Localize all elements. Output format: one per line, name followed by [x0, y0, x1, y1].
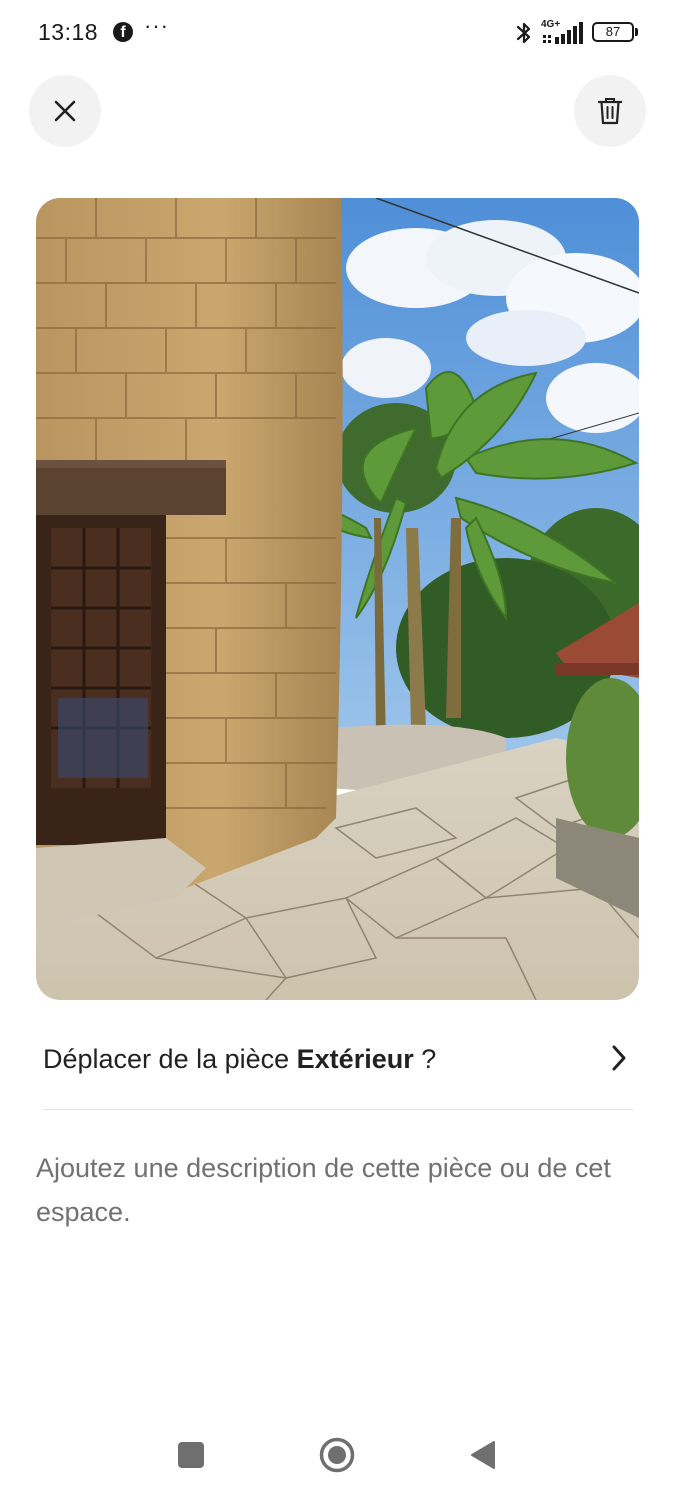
battery-level: 87	[605, 24, 621, 39]
room-name: Extérieur	[296, 1044, 414, 1074]
battery-terminal	[635, 28, 638, 36]
home-icon[interactable]	[319, 1437, 355, 1473]
move-room-text: Déplacer de la pièce Extérieur ?	[43, 1044, 436, 1075]
bluetooth-icon	[516, 22, 531, 44]
status-bar: 13:18 f ··· 4G+ 87	[0, 0, 675, 66]
stone-tower-exterior-photo	[36, 198, 639, 1000]
status-time: 13:18	[38, 19, 99, 45]
move-room-row[interactable]: Déplacer de la pièce Extérieur ?	[43, 1030, 633, 1094]
move-room-suffix: ?	[413, 1044, 437, 1074]
battery-icon: 87	[592, 22, 634, 42]
chevron-right-icon	[612, 1045, 626, 1071]
facebook-icon: f	[113, 22, 133, 42]
move-room-prefix: Déplacer de la pièce	[43, 1044, 297, 1074]
close-icon	[54, 100, 76, 122]
divider	[43, 1109, 633, 1110]
room-photo[interactable]	[36, 198, 639, 1000]
close-button[interactable]	[29, 75, 101, 147]
navigation-bar	[0, 1410, 675, 1500]
delete-button[interactable]	[574, 75, 646, 147]
more-notifications-icon: ···	[144, 13, 169, 38]
back-icon[interactable]	[470, 1440, 496, 1470]
signal-icon	[543, 22, 583, 44]
recents-icon[interactable]	[178, 1442, 204, 1468]
description-field[interactable]: Ajoutez une description de cette pièce o…	[36, 1146, 641, 1234]
trash-icon	[598, 98, 622, 125]
